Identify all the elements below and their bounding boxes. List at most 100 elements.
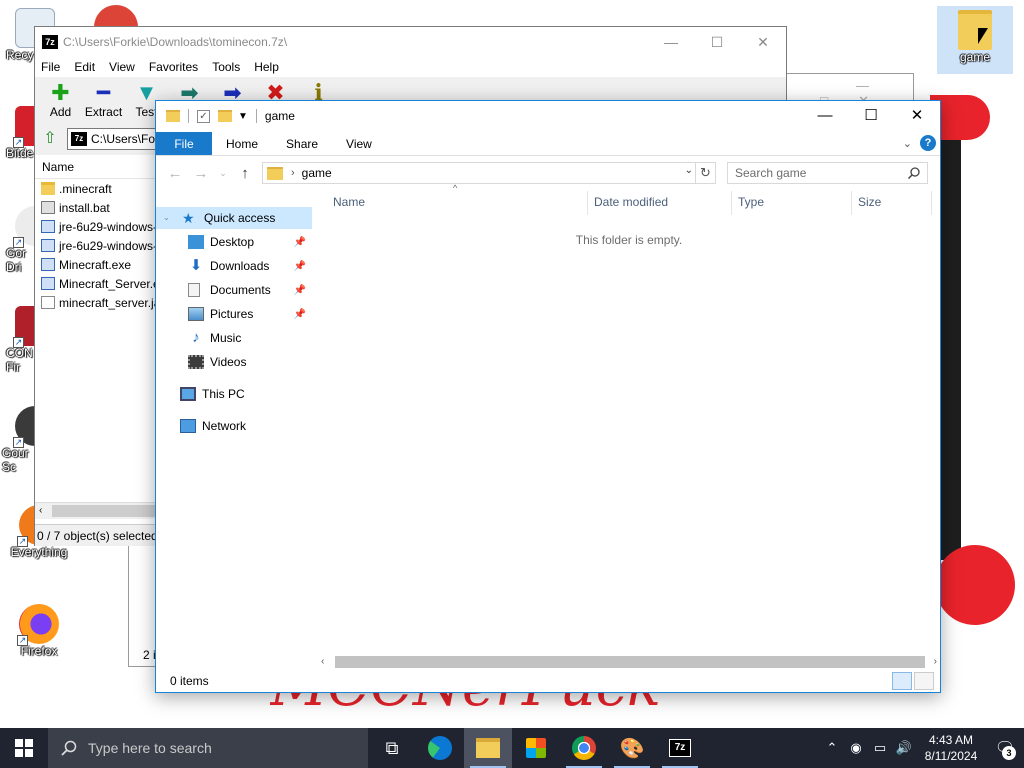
- network-status-icon[interactable]: ▭: [868, 740, 892, 756]
- taskbar-store[interactable]: [512, 728, 560, 768]
- column-header-name[interactable]: Name: [35, 155, 157, 179]
- clock-time: 4:43 AM: [928, 733, 974, 747]
- file-row[interactable]: jre-6u29-windows-: [35, 217, 157, 236]
- add-button[interactable]: ✚ Add: [39, 81, 82, 125]
- nav-videos[interactable]: Videos: [188, 351, 312, 373]
- extract-button[interactable]: ━ Extract: [82, 81, 125, 125]
- nav-quick-access[interactable]: ⌄ ★ Quick access: [156, 207, 312, 229]
- back-arrow-icon[interactable]: ←: [162, 165, 188, 182]
- customize-toolbar-icon[interactable]: ▼: [238, 111, 248, 122]
- explorer-window[interactable]: ✓ ▼ game — ☐ ✕ File Home Share View ⌄ ? …: [155, 100, 941, 693]
- firefox-icon: ↗: [17, 604, 59, 646]
- meet-now-icon[interactable]: ◉: [844, 740, 868, 756]
- minimize-button[interactable]: —: [802, 101, 848, 131]
- pin-icon[interactable]: 📌: [294, 309, 306, 320]
- pin-icon[interactable]: 📌: [294, 261, 306, 272]
- breadcrumb-chevron-icon[interactable]: ›: [291, 167, 295, 179]
- file-row[interactable]: Minecraft.exe: [35, 255, 157, 274]
- column-divider[interactable]: [587, 191, 588, 215]
- minimize-button[interactable]: —: [648, 27, 694, 57]
- help-icon[interactable]: ?: [920, 135, 936, 151]
- nav-network[interactable]: Network: [180, 415, 312, 437]
- task-view-button[interactable]: ⧉: [368, 728, 416, 768]
- file-row[interactable]: .minecraft: [35, 179, 157, 198]
- action-center-button[interactable]: 🗨 3: [986, 728, 1024, 768]
- scroll-left-icon[interactable]: ‹: [39, 505, 42, 516]
- scrollbar-thumb[interactable]: [52, 505, 157, 517]
- scroll-right-icon[interactable]: ›: [934, 654, 937, 670]
- nav-downloads[interactable]: ⬇ Downloads 📌: [188, 255, 312, 277]
- close-button[interactable]: ✕: [740, 27, 786, 57]
- nav-desktop[interactable]: Desktop 📌: [188, 231, 312, 253]
- up-folder-icon[interactable]: ⇧: [39, 128, 61, 150]
- maximize-button[interactable]: ☐: [694, 27, 740, 57]
- sevenzip-horizontal-scrollbar[interactable]: ‹: [35, 502, 157, 519]
- explorer-horizontal-scrollbar[interactable]: ‹ ›: [319, 654, 939, 670]
- taskbar-search-box[interactable]: Type here to search: [48, 728, 368, 768]
- tab-file[interactable]: File: [156, 132, 212, 155]
- tab-view[interactable]: View: [332, 132, 386, 155]
- column-header-size[interactable]: Size: [858, 195, 881, 209]
- file-row[interactable]: jre-6u29-windows-: [35, 236, 157, 255]
- taskbar-clock[interactable]: 4:43 AM 8/11/2024: [916, 732, 986, 764]
- taskbar-file-explorer[interactable]: [464, 728, 512, 768]
- pin-icon[interactable]: 📌: [294, 285, 306, 296]
- nav-documents[interactable]: Documents 📌: [188, 279, 312, 301]
- column-header-date-modified[interactable]: Date modified: [594, 195, 668, 209]
- menu-edit[interactable]: Edit: [74, 60, 95, 74]
- desktop-icon-game-folder[interactable]: game: [937, 6, 1013, 74]
- properties-icon[interactable]: ✓: [197, 109, 210, 123]
- show-hidden-icons-icon[interactable]: ⌃: [820, 740, 844, 756]
- breadcrumb[interactable]: game: [302, 166, 332, 180]
- add-icon: ✚: [51, 80, 70, 105]
- tab-home[interactable]: Home: [212, 132, 272, 155]
- clock-date: 8/11/2024: [924, 749, 978, 763]
- start-button[interactable]: [0, 728, 48, 768]
- forward-arrow-icon[interactable]: →: [188, 165, 214, 182]
- address-dropdown-icon[interactable]: ⌄: [685, 165, 693, 176]
- close-button[interactable]: ✕: [894, 101, 940, 131]
- file-row[interactable]: install.bat: [35, 198, 157, 217]
- maximize-button[interactable]: ☐: [848, 101, 894, 131]
- new-folder-icon[interactable]: [218, 110, 232, 122]
- menu-favorites[interactable]: Favorites: [149, 60, 198, 74]
- column-divider[interactable]: [851, 191, 852, 215]
- file-list-area[interactable]: ^ Name Date modified Type Size This fold…: [319, 183, 939, 657]
- column-header-name[interactable]: Name: [333, 195, 365, 209]
- volume-icon[interactable]: 🔊: [892, 740, 916, 756]
- nav-label: Videos: [210, 355, 247, 369]
- address-bar[interactable]: › game ⌄ ↻: [262, 162, 716, 184]
- menu-tools[interactable]: Tools: [212, 60, 240, 74]
- desktop-icon-firefox[interactable]: ↗ Firefox: [4, 604, 74, 658]
- column-header-type[interactable]: Type: [738, 195, 764, 209]
- large-icons-view-icon[interactable]: [914, 672, 934, 690]
- nav-music[interactable]: ♪ Music: [188, 327, 312, 349]
- desktop-icon-label: Gor Dri: [6, 246, 27, 274]
- scroll-left-icon[interactable]: ‹: [321, 654, 324, 670]
- scrollbar-thumb[interactable]: [335, 656, 925, 668]
- column-divider[interactable]: [931, 191, 932, 215]
- refresh-icon[interactable]: ↻: [695, 163, 715, 183]
- taskbar-paint[interactable]: 🎨: [608, 728, 656, 768]
- tab-share[interactable]: Share: [272, 132, 332, 155]
- up-arrow-icon[interactable]: ↑: [232, 165, 258, 182]
- search-input[interactable]: Search game: [727, 162, 928, 184]
- menu-file[interactable]: File: [41, 60, 60, 74]
- nav-this-pc[interactable]: This PC: [180, 383, 312, 405]
- recent-locations-icon[interactable]: ⌄: [214, 168, 232, 179]
- pin-icon[interactable]: 📌: [294, 237, 306, 248]
- sevenzip-file-list[interactable]: Name .minecraft install.bat jre-6u29-win…: [35, 155, 157, 527]
- menu-help[interactable]: Help: [254, 60, 279, 74]
- file-row[interactable]: Minecraft_Server.e: [35, 274, 157, 293]
- expand-arrow-icon[interactable]: ⌄: [163, 213, 170, 222]
- details-view-icon[interactable]: [892, 672, 912, 690]
- taskbar-chrome[interactable]: [560, 728, 608, 768]
- file-name: minecraft_server.ja: [59, 295, 157, 310]
- column-divider[interactable]: [731, 191, 732, 215]
- taskbar-7zip[interactable]: 7z: [656, 728, 704, 768]
- taskbar-edge[interactable]: [416, 728, 464, 768]
- menu-view[interactable]: View: [109, 60, 135, 74]
- file-row[interactable]: minecraft_server.ja: [35, 293, 157, 312]
- nav-pictures[interactable]: Pictures 📌: [188, 303, 312, 325]
- expand-ribbon-icon[interactable]: ⌄: [903, 137, 912, 150]
